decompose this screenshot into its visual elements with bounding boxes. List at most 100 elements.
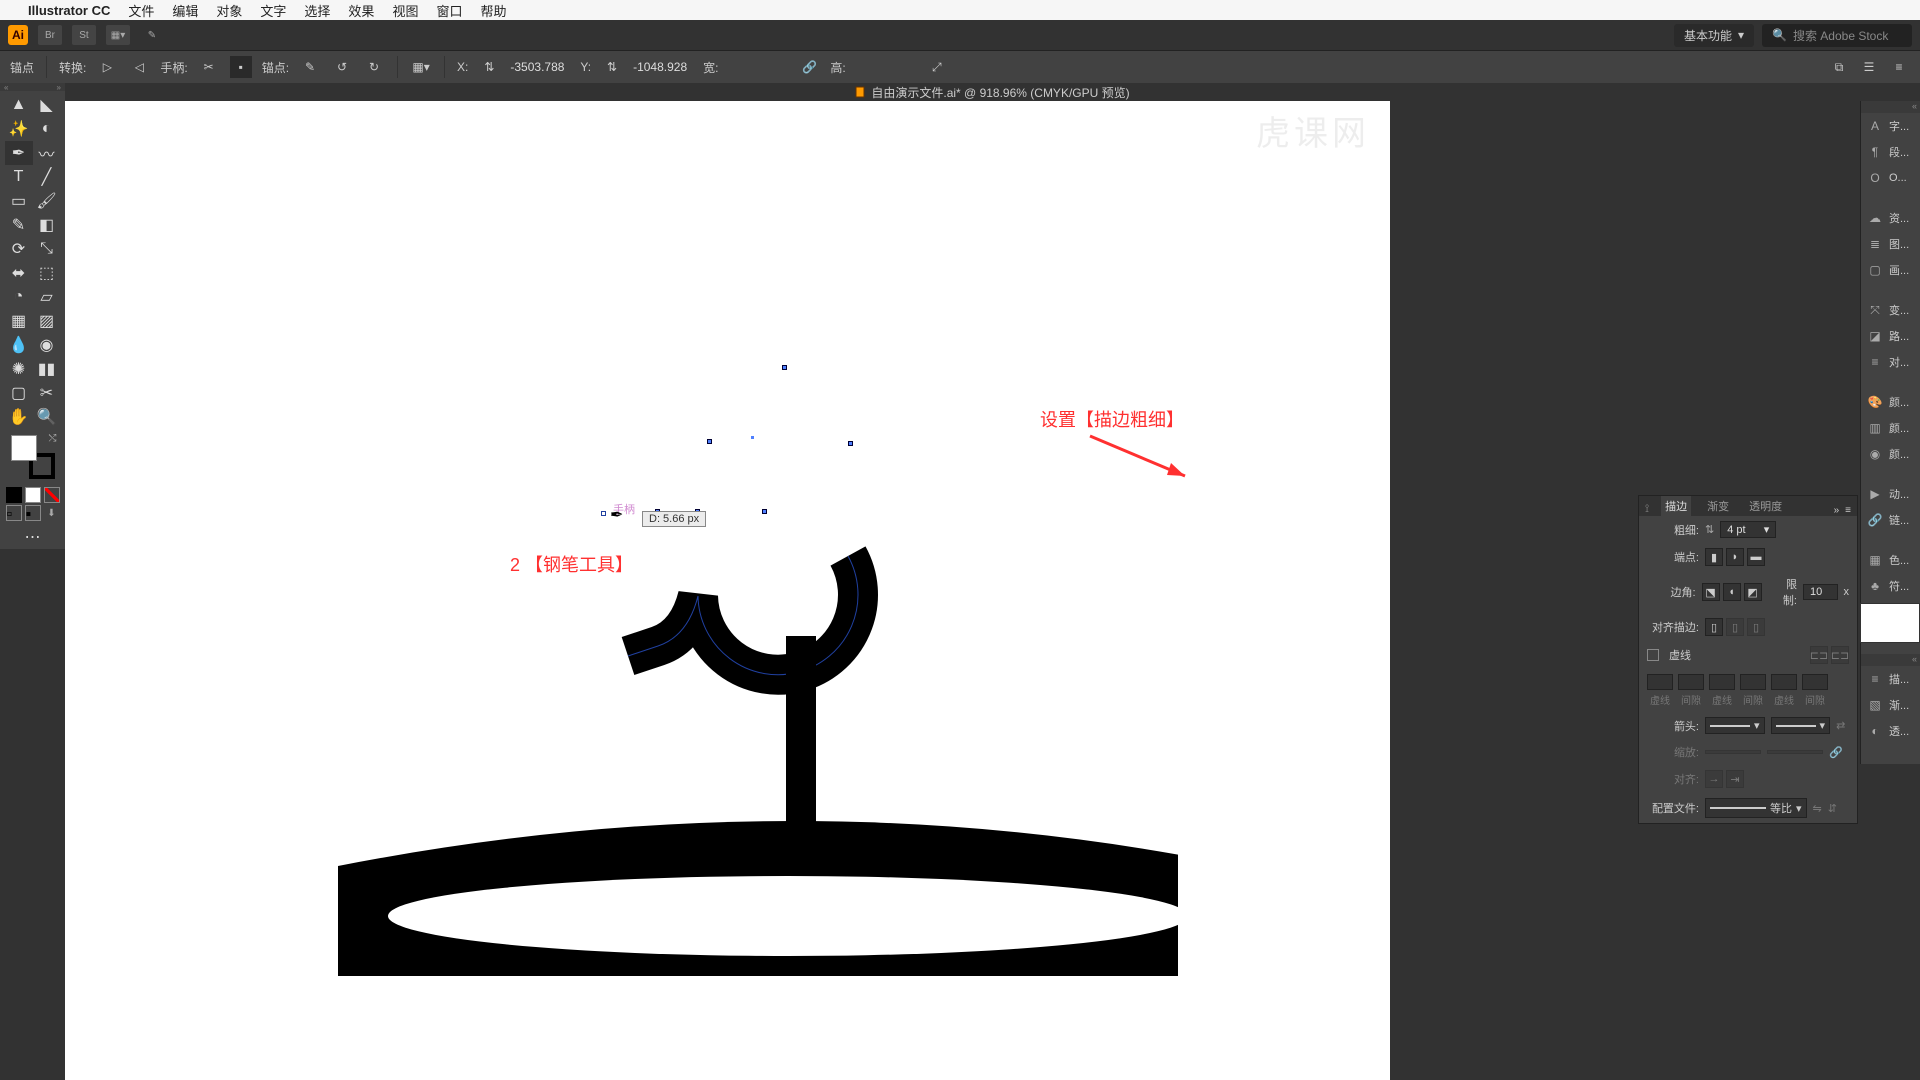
- anchor-point[interactable]: [848, 441, 853, 446]
- perspective-tool[interactable]: ▱: [33, 285, 61, 309]
- remove-anchor-icon[interactable]: ✎: [299, 56, 321, 78]
- link-wh-icon[interactable]: 🔗: [798, 56, 820, 78]
- arrow-end-select[interactable]: ▾: [1771, 717, 1831, 734]
- tab-stroke[interactable]: 描边: [1661, 496, 1691, 516]
- join-miter-icon[interactable]: ⬔: [1702, 583, 1720, 601]
- screen-normal[interactable]: ▫: [6, 505, 22, 521]
- dash-preserve-icon[interactable]: ⊏⊐: [1810, 646, 1828, 664]
- app-name[interactable]: Illustrator CC: [28, 3, 110, 18]
- align-icon[interactable]: ☰: [1858, 56, 1880, 78]
- weight-stepper-icon[interactable]: ⇅: [1705, 523, 1714, 536]
- paintbrush-tool[interactable]: 🖌: [33, 189, 61, 213]
- y-value[interactable]: -1048.928: [633, 60, 693, 74]
- connect-path-icon[interactable]: ↻: [363, 56, 385, 78]
- weight-input[interactable]: 4 pt▾: [1720, 521, 1776, 538]
- cap-round-icon[interactable]: ◗: [1726, 548, 1744, 566]
- panel-actions[interactable]: ▶动...: [1861, 481, 1920, 507]
- search-input[interactable]: 🔍 搜索 Adobe Stock: [1762, 24, 1912, 47]
- align-center-icon[interactable]: ▯: [1705, 618, 1723, 636]
- zoom-tool[interactable]: 🔍: [33, 405, 61, 429]
- shape-builder-tool[interactable]: ◔: [5, 285, 33, 309]
- tab-gradient[interactable]: 渐变: [1703, 496, 1733, 516]
- panel-pathfinder[interactable]: ◪路...: [1861, 323, 1920, 349]
- convert-smooth-icon[interactable]: ◁: [128, 56, 150, 78]
- arrow-start-select[interactable]: ▾: [1705, 717, 1765, 734]
- dash-inputs[interactable]: [1647, 674, 1849, 690]
- menu-effect[interactable]: 效果: [348, 1, 374, 20]
- panel-paragraph[interactable]: ¶段...: [1861, 139, 1920, 165]
- anchor-point[interactable]: [762, 509, 767, 514]
- flip-y-icon[interactable]: ⇵: [1828, 802, 1837, 815]
- lasso-tool[interactable]: ◐: [33, 117, 61, 141]
- document-tab[interactable]: 自由演示文件.ai* @ 918.96% (CMYK/GPU 预览): [65, 83, 1920, 101]
- x-stepper-icon[interactable]: ⇅: [478, 56, 500, 78]
- panel-symbols[interactable]: ♣符...: [1861, 573, 1920, 599]
- artboard-tool[interactable]: ▢: [5, 381, 33, 405]
- panel-align[interactable]: ≡对...: [1861, 349, 1920, 375]
- panel-character[interactable]: A字...: [1861, 113, 1920, 139]
- panel-stroke-collapsed[interactable]: ≡描...: [1861, 666, 1920, 692]
- isolate-icon[interactable]: ⧉: [1828, 56, 1850, 78]
- panel-color[interactable]: 🎨颜...: [1861, 389, 1920, 415]
- align-inside-icon[interactable]: ▯: [1726, 618, 1744, 636]
- none-mode[interactable]: [44, 487, 60, 503]
- panel-transform[interactable]: ⤧变...: [1861, 297, 1920, 323]
- scale-tool[interactable]: ⤡: [33, 237, 61, 261]
- gradient-mode[interactable]: [25, 487, 41, 503]
- scale-icon[interactable]: ⤢: [926, 56, 948, 78]
- slice-tool[interactable]: ✂: [33, 381, 61, 405]
- screen-mode[interactable]: ⬇: [44, 505, 60, 521]
- fill-swatch[interactable]: [11, 435, 37, 461]
- symbol-sprayer-tool[interactable]: ✺: [5, 357, 33, 381]
- workspace-switcher[interactable]: 基本功能 ▾: [1674, 24, 1754, 47]
- y-stepper-icon[interactable]: ⇅: [601, 56, 623, 78]
- gpu-button[interactable]: ✎: [140, 25, 164, 45]
- cut-path-icon[interactable]: ↺: [331, 56, 353, 78]
- menu-select[interactable]: 选择: [304, 1, 330, 20]
- limit-input[interactable]: 10: [1803, 584, 1838, 600]
- gradient-tool[interactable]: ▨: [33, 309, 61, 333]
- dock-collapse[interactable]: «: [1861, 101, 1920, 113]
- blend-tool[interactable]: ◉: [33, 333, 61, 357]
- transform-ref-icon[interactable]: ▦▾: [410, 56, 432, 78]
- pen-tool[interactable]: ✒: [5, 141, 33, 165]
- align-outside-icon[interactable]: ▯: [1747, 618, 1765, 636]
- bridge-button[interactable]: Br: [38, 25, 62, 45]
- collapse-icon[interactable]: »: [1834, 505, 1840, 516]
- menu-help[interactable]: 帮助: [480, 1, 506, 20]
- menu-window[interactable]: 窗口: [436, 1, 462, 20]
- convert-corner-icon[interactable]: ▷: [96, 56, 118, 78]
- stock-button[interactable]: St: [72, 25, 96, 45]
- direct-selection-tool[interactable]: ◣: [33, 93, 61, 117]
- cap-projecting-icon[interactable]: ▬: [1747, 548, 1765, 566]
- menu-view[interactable]: 视图: [392, 1, 418, 20]
- line-tool[interactable]: ╱: [33, 165, 61, 189]
- rotate-tool[interactable]: ⟳: [5, 237, 33, 261]
- menu-type[interactable]: 文字: [260, 1, 286, 20]
- hand-tool[interactable]: ✋: [5, 405, 33, 429]
- swap-icon[interactable]: ⤭: [49, 433, 57, 444]
- panel-assets[interactable]: ☁资...: [1861, 205, 1920, 231]
- selection-tool[interactable]: ▲: [5, 93, 33, 117]
- fill-stroke-swatch[interactable]: ⤭: [11, 435, 55, 479]
- anchor-point[interactable]: [782, 365, 787, 370]
- panel-links[interactable]: 🔗链...: [1861, 507, 1920, 533]
- magic-wand-tool[interactable]: ✨: [5, 117, 33, 141]
- handle-show-icon[interactable]: ✂: [198, 56, 220, 78]
- panel-swatches[interactable]: ▦色...: [1861, 547, 1920, 573]
- canvas[interactable]: 虎课网 手柄 D: 5.66 px ✒ 2 【钢笔工具】 设置【描边粗细】: [65, 101, 1390, 1080]
- color-mode[interactable]: [6, 487, 22, 503]
- panel-gradient-collapsed[interactable]: ▧渐...: [1861, 692, 1920, 718]
- edit-toolbar[interactable]: ⋯: [19, 525, 47, 549]
- panel-transparency-collapsed[interactable]: ◐透...: [1861, 718, 1920, 744]
- handle-hide-icon[interactable]: ▪: [230, 56, 252, 78]
- arrange-button[interactable]: ▦▾: [106, 25, 130, 45]
- graph-tool[interactable]: ▮▮: [33, 357, 61, 381]
- eraser-tool[interactable]: ◧: [33, 213, 61, 237]
- join-round-icon[interactable]: ◖: [1723, 583, 1741, 601]
- dock-collapse-lower[interactable]: «: [1861, 654, 1920, 666]
- shaper-tool[interactable]: ✎: [5, 213, 33, 237]
- panel-menu-icon[interactable]: ≡: [1845, 505, 1851, 516]
- type-tool[interactable]: T: [5, 165, 33, 189]
- join-bevel-icon[interactable]: ◩: [1744, 583, 1762, 601]
